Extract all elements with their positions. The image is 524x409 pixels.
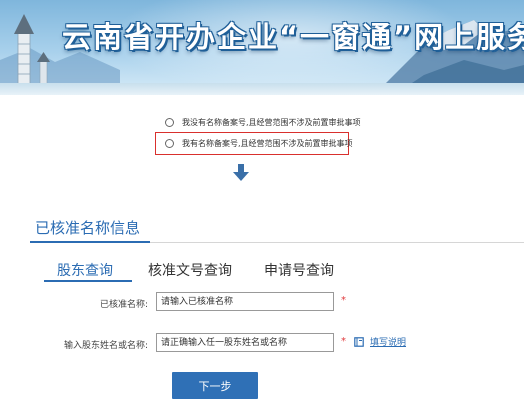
arrow-down-icon [233,164,249,181]
fill-instructions-text[interactable]: 填写说明 [370,335,406,348]
fill-instructions-link[interactable]: 填写说明 [354,335,406,348]
section-title-underline [30,241,150,243]
tab-approval-number-query[interactable]: 核准文号查询 [148,260,232,280]
book-icon [354,336,364,347]
active-tab-underline [44,280,132,282]
option-1-label: 我没有名称备案号,且经营范围不涉及前置审批事项 [182,117,361,127]
approved-name-label: 已核准名称: [99,300,148,310]
required-mark: * [341,295,346,306]
radio-option-1[interactable] [165,117,174,127]
section-title: 已核准名称信息 [35,219,141,237]
tab-application-number-query[interactable]: 申请号查询 [264,260,334,280]
header-banner: 云南省开办企业“一窗通”网上服务 [0,0,524,95]
next-step-button[interactable]: 下一步 [172,372,258,399]
banner-title: 云南省开办企业“一窗通”网上服务 [62,20,524,54]
approved-name-input[interactable] [156,292,334,311]
shareholder-name-label: 输入股东姓名或名称: [63,341,148,351]
option-no-name-record[interactable]: 我没有名称备案号,且经营范围不涉及前置审批事项 [165,112,361,132]
radio-option-2[interactable] [165,138,174,148]
option-has-name-record[interactable]: 我有名称备案号,且经营范围不涉及前置审批事项 [165,133,353,153]
option-2-label: 我有名称备案号,且经营范围不涉及前置审批事项 [182,138,353,148]
tab-shareholder-query[interactable]: 股东查询 [57,260,113,280]
shareholder-name-input[interactable] [156,333,334,352]
required-mark: * [341,336,346,347]
banner-bottom-strip [0,83,524,95]
